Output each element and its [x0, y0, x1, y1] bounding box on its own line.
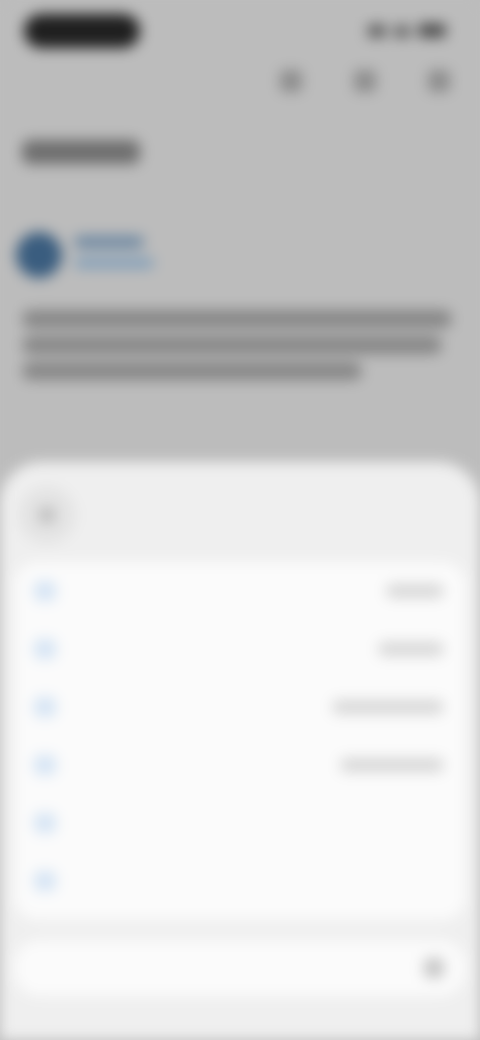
sheet-input[interactable] [14, 940, 466, 996]
sheet-title [200, 498, 282, 528]
input-action-icon[interactable] [424, 958, 444, 978]
menu-item-icon [34, 697, 56, 717]
menu-item-hint [340, 758, 444, 772]
menu-item[interactable] [14, 620, 466, 678]
action-icon-2[interactable] [354, 70, 376, 92]
close-button[interactable] [18, 486, 76, 544]
menu-item-icon [34, 813, 56, 833]
menu-item-icon [34, 755, 56, 775]
action-icon-1[interactable] [280, 70, 302, 92]
battery-icon [418, 24, 446, 37]
bottom-sheet [0, 462, 480, 1040]
post-text-line [22, 336, 442, 354]
menu-item-hint [386, 584, 444, 598]
menu-item[interactable] [14, 562, 466, 620]
menu-item-icon [34, 639, 56, 659]
menu-item-icon [34, 581, 56, 601]
status-time [24, 14, 140, 48]
signal-icon [368, 24, 386, 37]
action-icon-3[interactable] [428, 70, 450, 92]
post-handle [74, 258, 154, 268]
avatar[interactable] [16, 232, 62, 278]
top-actions [280, 70, 450, 92]
menu-item-hint [332, 700, 444, 714]
post-text-line [22, 310, 452, 328]
menu-item[interactable] [14, 736, 466, 794]
status-indicators [368, 24, 446, 37]
menu-item-icon [34, 871, 56, 891]
screen [0, 0, 480, 1040]
menu-card [14, 562, 466, 920]
menu-item-hint [378, 642, 444, 656]
sheet-header [0, 462, 480, 562]
menu-item[interactable] [14, 794, 466, 852]
close-icon [39, 507, 55, 523]
status-bar [0, 0, 480, 64]
menu-item[interactable] [14, 852, 466, 910]
page-title [22, 140, 140, 164]
menu-item[interactable] [14, 678, 466, 736]
post-author [74, 236, 144, 248]
wifi-icon [394, 24, 410, 37]
post-text-line [22, 362, 362, 380]
